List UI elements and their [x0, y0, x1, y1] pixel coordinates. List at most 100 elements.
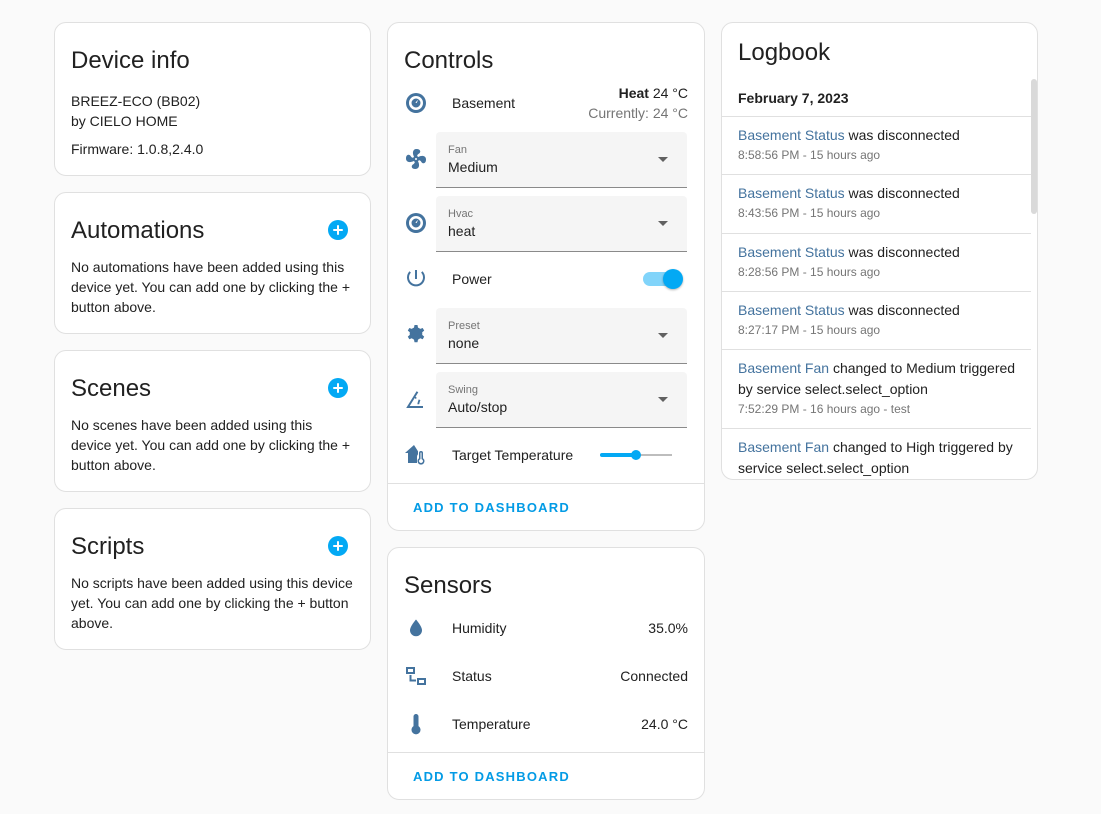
swing-select-label: Swing — [448, 384, 478, 396]
controls-card: Controls Basement Heat 24 °C Currently: … — [387, 22, 705, 531]
climate-label: Basement — [452, 95, 516, 111]
climate-current: Currently: 24 °C — [588, 105, 688, 121]
hvac-dial-icon — [404, 211, 428, 235]
target-temperature-slider[interactable] — [600, 445, 672, 465]
thermometer-icon — [404, 712, 428, 736]
home-thermometer-icon — [404, 443, 428, 467]
log-time: 8:28:56 PM - 15 hours ago — [738, 265, 881, 279]
hvac-select[interactable]: Hvac heat — [436, 196, 687, 252]
power-label: Power — [452, 271, 492, 287]
log-entry-text: Basement Status was disconnected — [738, 125, 1017, 146]
log-entry-text: Basement Status was disconnected — [738, 242, 1017, 263]
hvac-select-value: heat — [448, 223, 476, 239]
scripts-card: Scripts No scripts have been added using… — [54, 508, 371, 650]
preset-select-label: Preset — [448, 320, 480, 332]
power-row: Power — [388, 259, 704, 299]
logbook-list[interactable]: February 7, 2023 Basement Status was dis… — [722, 81, 1037, 479]
sensor-row-humidity[interactable]: Humidity 35.0% — [388, 608, 704, 648]
log-time: 8:27:17 PM - 15 hours ago — [738, 323, 881, 337]
add-automation-button[interactable] — [328, 220, 348, 240]
fan-select-value: Medium — [448, 159, 498, 175]
automations-title: Automations — [71, 217, 205, 244]
logbook-title: Logbook — [738, 39, 831, 66]
sensors-divider — [388, 752, 704, 753]
device-model: BREEZ-ECO (BB02) — [71, 93, 201, 109]
log-message: was disconnected — [844, 127, 960, 143]
sensors-add-to-dashboard-button[interactable]: ADD TO DASHBOARD — [413, 769, 570, 784]
log-entry: Basement Status was disconnected 8:28:56… — [722, 233, 1031, 292]
scenes-card: Scenes No scenes have been added using t… — [54, 350, 371, 492]
sensor-row-status[interactable]: Status Connected — [388, 656, 704, 696]
log-entry-text: Basement Fan changed to Medium triggered… — [738, 358, 1017, 400]
log-entity-link[interactable]: Basement Status — [738, 185, 845, 201]
network-icon — [404, 664, 428, 688]
log-entry: Basement Status was disconnected 8:43:56… — [722, 174, 1031, 233]
swing-select-value: Auto/stop — [448, 399, 508, 415]
log-time: 8:58:56 PM - 15 hours ago — [738, 148, 881, 162]
swing-select[interactable]: Swing Auto/stop — [436, 372, 687, 428]
device-firmware: Firmware: 1.0.8,2.4.0 — [71, 141, 204, 157]
hvac-select-label: Hvac — [448, 208, 474, 220]
log-entry-text: Basement Status was disconnected — [738, 183, 1017, 204]
log-entity-link[interactable]: Basement Status — [738, 127, 845, 143]
add-script-button[interactable] — [328, 536, 348, 556]
log-message: was disconnected — [844, 244, 960, 260]
preset-dropdown-arrow-icon — [658, 333, 668, 338]
climate-state: Heat 24 °C — [619, 85, 688, 101]
sensor-value: 35.0% — [648, 620, 688, 636]
water-drop-icon — [404, 616, 428, 640]
scenes-title: Scenes — [71, 375, 152, 402]
target-temperature-label: Target Temperature — [452, 447, 574, 463]
log-message: was disconnected — [844, 185, 960, 201]
log-entity-link[interactable]: Basement Fan — [738, 360, 829, 376]
sensor-label: Status — [452, 668, 492, 684]
sensor-row-temperature[interactable]: Temperature 24.0 °C — [388, 704, 704, 744]
device-info-card: Device info BREEZ-ECO (BB02) by CIELO HO… — [54, 22, 371, 176]
scripts-title: Scripts — [71, 533, 145, 560]
swing-dropdown-arrow-icon — [658, 397, 668, 402]
automations-empty-text: No automations have been added using thi… — [71, 259, 351, 315]
controls-title: Controls — [404, 47, 494, 74]
gear-icon — [404, 323, 428, 347]
scripts-empty-text: No scripts have been added using this de… — [71, 575, 353, 631]
fan-dropdown-arrow-icon — [658, 157, 668, 162]
controls-divider — [388, 483, 704, 484]
logbook-date: February 7, 2023 — [738, 90, 849, 106]
target-temperature-row: Target Temperature — [388, 435, 704, 475]
log-entry: Basement Status was disconnected 8:27:17… — [722, 291, 1031, 350]
log-entry-text: Basement Fan changed to High triggered b… — [738, 437, 1017, 479]
fan-icon — [404, 147, 428, 171]
log-entity-link[interactable]: Basement Status — [738, 302, 845, 318]
sensor-value: 24.0 °C — [641, 716, 688, 732]
log-entry: Basement Fan changed to High triggered b… — [722, 428, 1031, 479]
preset-select-value: none — [448, 335, 480, 351]
log-time: 8:43:56 PM - 15 hours ago — [738, 206, 881, 220]
controls-add-to-dashboard-button[interactable]: ADD TO DASHBOARD — [413, 500, 570, 515]
climate-row[interactable]: Basement Heat 24 °C Currently: 24 °C — [388, 83, 704, 123]
sensors-title: Sensors — [404, 572, 493, 599]
device-info-title: Device info — [71, 47, 190, 74]
logbook-card: Logbook February 7, 2023 Basement Status… — [721, 22, 1038, 480]
scenes-empty-text: No scenes have been added using this dev… — [71, 417, 351, 473]
log-entity-link[interactable]: Basement Fan — [738, 439, 829, 455]
log-entity-link[interactable]: Basement Status — [738, 244, 845, 260]
add-scene-button[interactable] — [328, 378, 348, 398]
log-time: 7:52:29 PM - 16 hours ago - test — [738, 402, 911, 416]
automations-card: Automations No automations have been add… — [54, 192, 371, 334]
sensor-label: Humidity — [452, 620, 507, 636]
power-toggle[interactable] — [663, 269, 683, 289]
device-manufacturer: by CIELO HOME — [71, 113, 178, 129]
log-entry: Basement Fan changed to Medium triggered… — [722, 349, 1031, 430]
climate-mode: Heat — [618, 85, 649, 101]
sensor-label: Temperature — [452, 716, 531, 732]
log-entry-text: Basement Status was disconnected — [738, 300, 1017, 321]
hvac-dropdown-arrow-icon — [658, 221, 668, 226]
preset-select[interactable]: Preset none — [436, 308, 687, 364]
fan-select[interactable]: Fan Medium — [436, 132, 687, 188]
climate-target: 24 °C — [652, 85, 688, 101]
sensor-value: Connected — [620, 668, 688, 684]
thermostat-dial-icon — [404, 91, 428, 115]
slider-thumb[interactable] — [631, 450, 641, 460]
angle-icon — [404, 387, 428, 411]
log-entry: Basement Status was disconnected 8:58:56… — [722, 116, 1031, 175]
